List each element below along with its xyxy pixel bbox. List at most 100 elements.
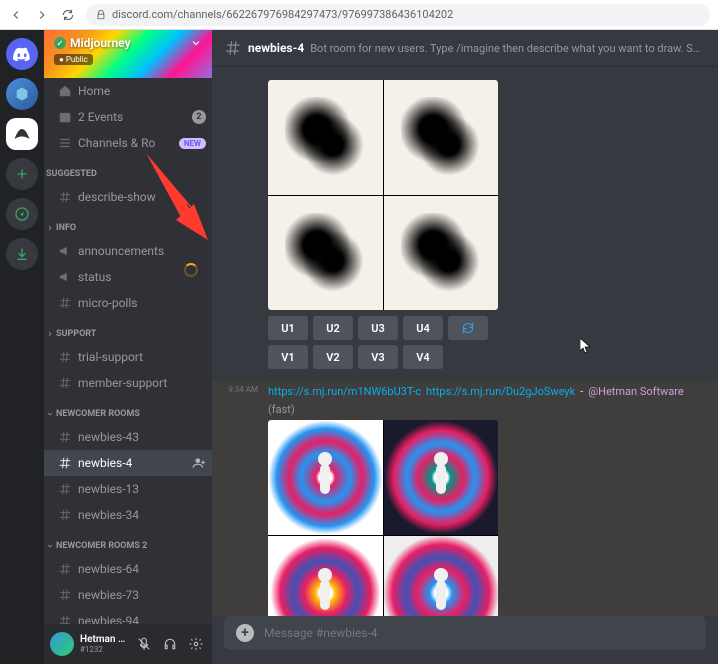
user-info[interactable]: Hetman S... #1232 [80, 634, 128, 654]
attach-button[interactable]: + [236, 624, 254, 642]
category-support[interactable]: SUPPORT [44, 324, 212, 344]
guild-item[interactable] [6, 78, 38, 110]
link[interactable]: https://s.mj.run/m1NW6bU3T-c [268, 385, 421, 398]
v3-button[interactable]: V3 [358, 345, 398, 369]
server-header[interactable]: ✓ Midjourney ● Public [44, 30, 212, 78]
server-name: Midjourney [70, 36, 131, 50]
action-rows: U1 U2 U3 U4 V1 V2 V3 V4 [268, 316, 706, 369]
chevron-down-icon [46, 542, 54, 550]
channel-newbies-64[interactable]: newbies-64 [44, 556, 212, 582]
channel-title: newbies-4 [248, 41, 304, 55]
hash-icon [58, 482, 72, 496]
category-info[interactable]: INFO [44, 218, 212, 238]
forward-button[interactable] [34, 7, 50, 23]
hash-icon [58, 456, 72, 470]
new-badge: NEW [179, 138, 206, 149]
nav-home[interactable]: Home [44, 78, 212, 104]
channel-list[interactable]: Home 2 Events2 Channels & RoNEW SUGGESTE… [44, 78, 212, 624]
channel-member-support[interactable]: member-support [44, 370, 212, 396]
channel-newbies-94[interactable]: newbies-94 [44, 608, 212, 624]
chevron-right-icon [46, 330, 54, 338]
reload-button[interactable] [60, 7, 76, 23]
hash-icon [58, 430, 72, 444]
image-cell [268, 536, 383, 617]
channel-newbies-73[interactable]: newbies-73 [44, 582, 212, 608]
explore-button[interactable] [6, 198, 38, 230]
chevron-down-icon [46, 410, 54, 418]
channel-announcements[interactable]: announcements [44, 238, 212, 264]
mention[interactable]: @Hetman Software [588, 385, 684, 398]
channel-sidebar: ✓ Midjourney ● Public Home 2 Events2 Chan… [44, 30, 212, 664]
deafen-button[interactable] [160, 634, 180, 654]
channel-newbies-13[interactable]: newbies-13 [44, 476, 212, 502]
reroll-button[interactable] [448, 316, 488, 340]
u3-button[interactable]: U3 [358, 316, 398, 340]
home-icon [58, 84, 72, 98]
mute-button[interactable] [134, 634, 154, 654]
back-button[interactable] [8, 7, 24, 23]
mode-label: (fast) [268, 403, 295, 416]
download-button[interactable] [6, 238, 38, 270]
nav-channels-roles[interactable]: Channels & RoNEW [44, 130, 212, 156]
hash-icon [58, 562, 72, 576]
channel-trial-support[interactable]: trial-support [44, 344, 212, 370]
add-person-icon[interactable] [192, 456, 206, 470]
v1-button[interactable]: V1 [268, 345, 308, 369]
u2-button[interactable]: U2 [313, 316, 353, 340]
chevron-down-icon [190, 37, 202, 49]
category-suggested[interactable]: SUGGESTED [44, 164, 212, 184]
message-input[interactable]: + Message #newbies-4 [224, 616, 706, 650]
guild-midjourney[interactable] [6, 118, 38, 150]
browser-chrome: discord.com/channels/662267976984297473/… [0, 0, 718, 30]
image-cell [268, 420, 383, 535]
loading-spinner [184, 263, 198, 277]
category-newcomer2[interactable]: NEWCOMER ROOMS 2 [44, 536, 212, 556]
megaphone-icon [58, 244, 72, 258]
message-content-line: https://s.mj.run/m1NW6bU3T-c https://s.m… [268, 385, 706, 416]
message: U1 U2 U3 U4 V1 V2 V3 V4 [212, 74, 718, 371]
add-server-button[interactable] [6, 158, 38, 190]
hash-icon [58, 350, 72, 364]
user-avatar[interactable] [50, 632, 74, 656]
discord-home-button[interactable] [6, 38, 38, 70]
url-text: discord.com/channels/662267976984297473/… [112, 8, 453, 21]
category-newcomer[interactable]: NEWCOMER ROOMS [44, 404, 212, 424]
image-cell [384, 80, 499, 195]
hash-icon [58, 508, 72, 522]
public-badge: ● Public [54, 54, 93, 65]
message-list[interactable]: U1 U2 U3 U4 V1 V2 V3 V4 9:34 AM [212, 66, 718, 616]
nav-events[interactable]: 2 Events2 [44, 104, 212, 130]
lock-icon [96, 10, 106, 20]
channel-describe-show[interactable]: describe-show [44, 184, 212, 210]
channel-newbies-34[interactable]: newbies-34 [44, 502, 212, 528]
timestamp: 9:34 AM [218, 385, 258, 394]
v4-button[interactable]: V4 [403, 345, 443, 369]
channel-newbies-43[interactable]: newbies-43 [44, 424, 212, 450]
message-highlighted: 9:34 AM https://s.mj.run/m1NW6bU3T-c htt… [212, 381, 718, 616]
channel-newbies-4[interactable]: newbies-4 [44, 450, 212, 476]
image-grid[interactable] [268, 80, 498, 310]
hash-icon [58, 588, 72, 602]
hash-icon [58, 190, 72, 204]
u4-button[interactable]: U4 [403, 316, 443, 340]
guild-sidebar [0, 30, 44, 664]
address-bar[interactable]: discord.com/channels/662267976984297473/… [86, 4, 710, 26]
channel-micro-polls[interactable]: micro-polls [44, 290, 212, 316]
u1-button[interactable]: U1 [268, 316, 308, 340]
image-cell [268, 196, 383, 311]
reroll-icon [461, 321, 475, 335]
link[interactable]: https://s.mj.run/Du2gJoSweyk [426, 385, 575, 398]
message-input-area: + Message #newbies-4 [212, 616, 718, 664]
hash-icon [58, 296, 72, 310]
input-placeholder: Message #newbies-4 [264, 626, 378, 640]
channel-topic: Bot room for new users. Type /imagine th… [310, 42, 706, 55]
settings-button[interactable] [186, 634, 206, 654]
image-cell [384, 536, 499, 617]
chevron-right-icon [46, 224, 54, 232]
v2-button[interactable]: V2 [313, 345, 353, 369]
events-badge: 2 [192, 110, 206, 124]
chat-area: newbies-4 Bot room for new users. Type /… [212, 30, 718, 664]
hash-icon [58, 614, 72, 624]
verified-icon: ✓ [54, 37, 66, 49]
image-grid[interactable] [268, 420, 498, 616]
